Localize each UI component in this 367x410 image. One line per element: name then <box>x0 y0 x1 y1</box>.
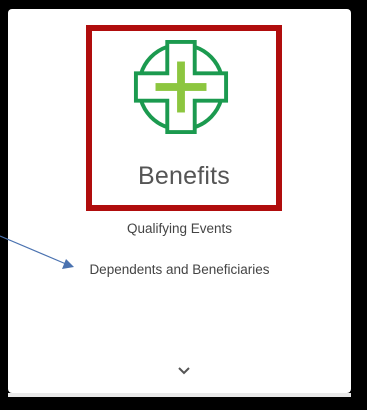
qualifying-events-link[interactable]: Qualifying Events <box>8 221 351 236</box>
chevron-down-icon[interactable] <box>176 366 192 376</box>
card-title[interactable]: Benefits <box>86 162 282 191</box>
dependents-beneficiaries-link[interactable]: Dependents and Beneficiaries <box>8 262 351 277</box>
card-footer-divider <box>8 393 351 397</box>
